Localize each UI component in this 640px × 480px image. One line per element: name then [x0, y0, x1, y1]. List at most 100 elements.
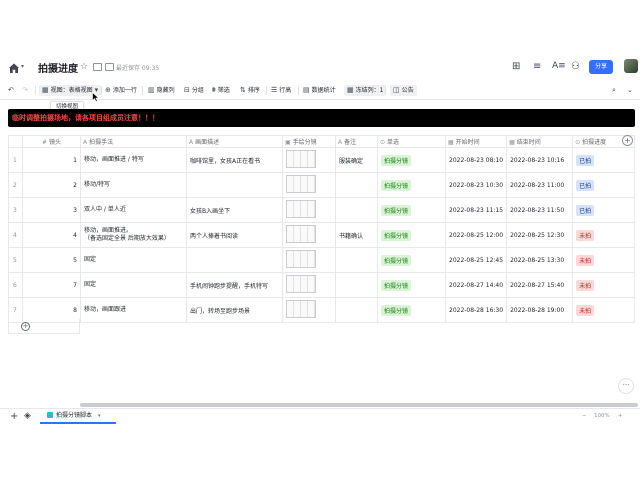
- cell-start-time[interactable]: 2022-08-27 14:40: [444, 272, 508, 298]
- column-header-end[interactable]: ▦ 结束时间: [506, 135, 574, 148]
- cell-method[interactable]: 移动/特写: [80, 172, 187, 198]
- cell-start-time[interactable]: 2022-08-28 16:30: [444, 297, 508, 323]
- cell-desc[interactable]: 咖啡馆里，女孩A正在看书: [186, 147, 283, 173]
- cell-start-time[interactable]: 2022-08-25 12:00: [444, 222, 508, 248]
- row-height-button[interactable]: ☰ 行高: [271, 85, 291, 96]
- table-row[interactable]: 2 2 移动/特写 拍摄分镜 2022-08-23 10:30 2022-08-23 11…: [8, 172, 636, 198]
- hide-columns-button[interactable]: ▥ 隐藏列: [148, 85, 175, 96]
- menu-icon[interactable]: ≡: [533, 61, 541, 72]
- share-info-icon[interactable]: [93, 63, 102, 71]
- storyboard-thumbnail[interactable]: [286, 250, 316, 268]
- freeze-columns-button[interactable]: ▦ 冻结列：1: [344, 85, 387, 96]
- select-all-header[interactable]: [8, 135, 23, 148]
- cell-start-time[interactable]: 2022-08-23 10:30: [444, 172, 508, 198]
- cell-progress[interactable]: 未拍: [572, 222, 636, 248]
- add-sheet-icon[interactable]: +: [10, 411, 18, 422]
- cell-single[interactable]: 拍摄分镜: [377, 222, 446, 248]
- row-index[interactable]: 3: [8, 197, 23, 223]
- storyboard-thumbnail[interactable]: [286, 225, 316, 243]
- cell-note[interactable]: 服装确定: [335, 147, 378, 173]
- column-header-desc[interactable]: A 画面描述: [186, 135, 283, 148]
- star-icon[interactable]: ☆: [80, 62, 88, 72]
- storyboard-thumbnail[interactable]: [286, 175, 316, 193]
- add-member-icon[interactable]: ⚇: [571, 61, 580, 72]
- cell-note[interactable]: 书籍确认: [335, 222, 378, 248]
- cell-single[interactable]: 拍摄分镜: [377, 172, 446, 198]
- cell-note[interactable]: [335, 297, 378, 323]
- table-row[interactable]: 3 3 双人中 / 单人近 女孩B入画坐下 拍摄分镜 2022-08-23 11:15 20…: [8, 197, 636, 223]
- add-row-bottom[interactable]: +: [8, 319, 80, 334]
- row-index[interactable]: 6: [8, 272, 23, 298]
- row-index[interactable]: 1: [8, 147, 23, 173]
- cell-progress[interactable]: 已拍: [572, 172, 636, 198]
- collapse-icon[interactable]: ⌄: [627, 85, 633, 96]
- storyboard-thumbnail[interactable]: [286, 275, 316, 293]
- cell-single[interactable]: 拍摄分镜: [377, 197, 446, 223]
- table-row[interactable]: 7 8 移动，画面跟进 出门，转场至跑步场景 拍摄分镜 2022-08-28 16:30 2…: [8, 297, 636, 323]
- table-row[interactable]: 6 7 固定 手机闹钟跑步提醒，手机特写 拍摄分镜 2022-08-27 14:40 202…: [8, 272, 636, 298]
- cell-single[interactable]: 拍摄分镜: [377, 272, 446, 298]
- new-doc-icon[interactable]: ⊞: [512, 61, 520, 72]
- cell-shot[interactable]: 4: [22, 222, 81, 248]
- column-header-method[interactable]: A 拍摄手法: [80, 135, 187, 148]
- stats-button[interactable]: ▤ 数据统计: [303, 85, 336, 96]
- cell-progress[interactable]: 已拍: [572, 147, 636, 173]
- cell-single[interactable]: 拍摄分镜: [377, 147, 446, 173]
- zoom-level[interactable]: 100%: [594, 413, 610, 419]
- cell-storyboard[interactable]: [282, 147, 336, 173]
- cloud-icon[interactable]: [105, 63, 114, 71]
- cell-note[interactable]: [335, 172, 378, 198]
- group-button[interactable]: ⊟ 分组: [184, 85, 204, 96]
- chevron-down-icon[interactable]: ▾: [98, 413, 101, 419]
- zoom-out-icon[interactable]: −: [582, 413, 587, 419]
- sort-button[interactable]: ⇅ 排序: [240, 85, 260, 96]
- table-row[interactable]: 4 4 移动，画面推进。 （备选固定全景 后期放大效果） 两个人捧着书阅读 书籍确认 拍摄…: [8, 222, 636, 248]
- share-button[interactable]: 分享: [589, 60, 613, 74]
- table-row[interactable]: 1 1 移动，画面推进 / 特写 咖啡馆里，女孩A正在看书 服装确定 拍摄分镜 2022-0…: [8, 147, 636, 173]
- column-header-single[interactable]: ⊙ 单选: [377, 135, 446, 148]
- cell-progress[interactable]: 未拍: [572, 272, 636, 298]
- cell-end-time[interactable]: 2022-08-25 12:30: [506, 222, 574, 248]
- sheet-tab[interactable]: 拍摄分镜脚本 ▾: [40, 409, 116, 424]
- more-options-button[interactable]: ···: [618, 378, 634, 394]
- cell-end-time[interactable]: 2022-08-25 13:30: [506, 247, 574, 273]
- row-index[interactable]: 5: [8, 247, 23, 273]
- column-header-start[interactable]: ▦ 开始时间: [444, 135, 508, 148]
- home-icon[interactable]: [8, 62, 20, 74]
- filter-button[interactable]: ⩩ 筛选: [212, 85, 230, 96]
- search-icon[interactable]: ⌕: [612, 85, 616, 96]
- cell-storyboard[interactable]: [282, 222, 336, 248]
- cell-desc[interactable]: 手机闹钟跑步提醒，手机特写: [186, 272, 283, 298]
- cell-shot[interactable]: 7: [22, 272, 81, 298]
- layers-icon[interactable]: ◈: [24, 411, 31, 421]
- cell-storyboard[interactable]: [282, 247, 336, 273]
- cell-desc[interactable]: 女孩B入画坐下: [186, 197, 283, 223]
- cell-single[interactable]: 拍摄分镜: [377, 297, 446, 323]
- cell-shot[interactable]: 3: [22, 197, 81, 223]
- cell-method[interactable]: 移动，画面跟进: [80, 297, 187, 323]
- cell-progress[interactable]: 未拍: [572, 247, 636, 273]
- cell-storyboard[interactable]: [282, 272, 336, 298]
- storyboard-thumbnail[interactable]: [286, 200, 316, 218]
- undo-icon[interactable]: ↶: [8, 85, 14, 96]
- cell-end-time[interactable]: 2022-08-27 15:40: [506, 272, 574, 298]
- cell-end-time[interactable]: 2022-08-23 11:50: [506, 197, 574, 223]
- redo-icon[interactable]: ↷: [22, 85, 28, 96]
- cell-progress[interactable]: 已拍: [572, 197, 636, 223]
- cell-end-time[interactable]: 2022-08-23 10:16: [506, 147, 574, 173]
- cell-storyboard[interactable]: [282, 172, 336, 198]
- horizontal-scrollbar[interactable]: [80, 403, 638, 407]
- cell-method[interactable]: 固定: [80, 247, 187, 273]
- cell-start-time[interactable]: 2022-08-23 11:15: [444, 197, 508, 223]
- column-header-shot[interactable]: # 镜头: [22, 135, 81, 148]
- avatar[interactable]: [624, 59, 638, 73]
- cell-note[interactable]: [335, 247, 378, 273]
- cell-end-time[interactable]: 2022-08-28 19:00: [506, 297, 574, 323]
- cell-shot[interactable]: 1: [22, 147, 81, 173]
- cell-progress[interactable]: 未拍: [572, 297, 636, 323]
- cell-start-time[interactable]: 2022-08-25 12:45: [444, 247, 508, 273]
- cell-desc[interactable]: 出门，转场至跑步场景: [186, 297, 283, 323]
- table-row[interactable]: 5 5 固定 拍摄分镜 2022-08-25 12:45 2022-08-25 13:30…: [8, 247, 636, 273]
- cell-end-time[interactable]: 2022-08-23 11:00: [506, 172, 574, 198]
- notice-button[interactable]: ◫ 公告: [390, 85, 417, 96]
